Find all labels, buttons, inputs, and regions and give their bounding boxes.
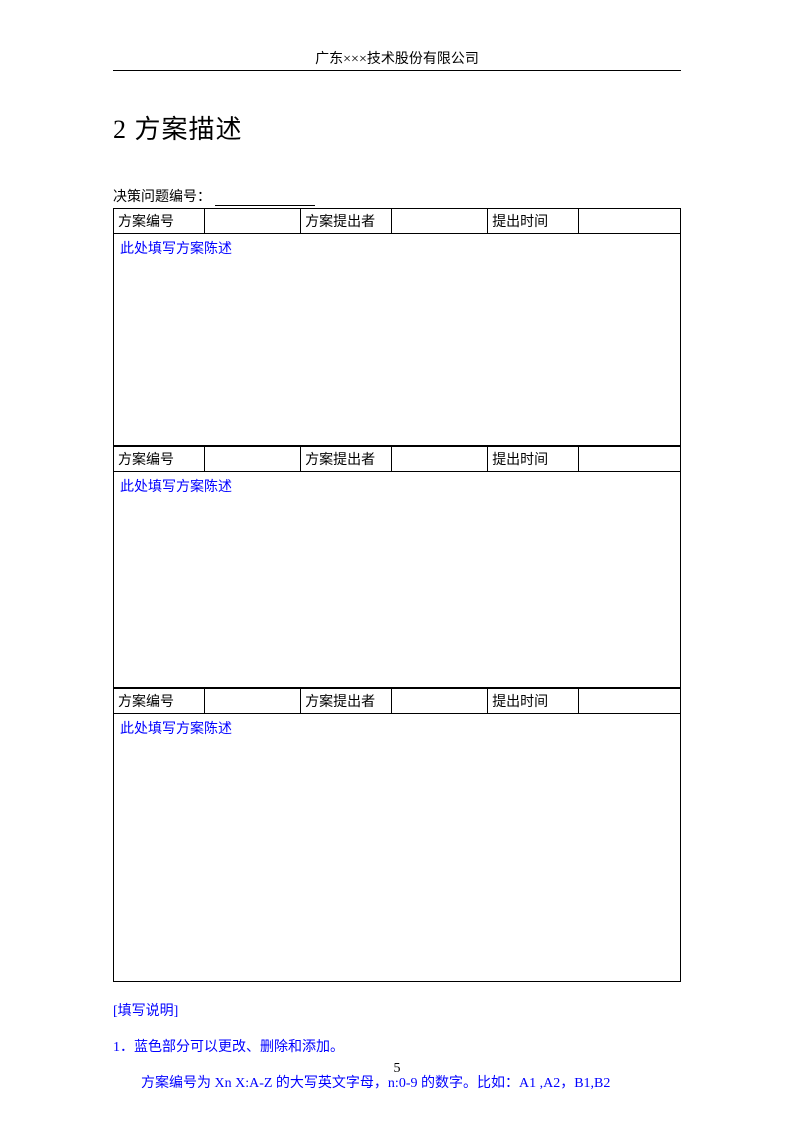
plan-proposer-label: 方案提出者	[301, 689, 392, 714]
plan-number-label: 方案编号	[114, 209, 205, 234]
decision-number-line: 决策问题编号：	[113, 186, 681, 206]
plan-proposer-value[interactable]	[391, 447, 487, 472]
plan-block: 方案编号 方案提出者 提出时间 此处填写方案陈述	[113, 688, 681, 982]
plan-description[interactable]: 此处填写方案陈述	[113, 234, 681, 446]
plan-proposer-value[interactable]	[391, 689, 487, 714]
plan-proposer-value[interactable]	[391, 209, 487, 234]
plan-header-table: 方案编号 方案提出者 提出时间	[113, 446, 681, 472]
plan-time-value[interactable]	[578, 447, 680, 472]
plan-proposer-label: 方案提出者	[301, 447, 392, 472]
plan-header-table: 方案编号 方案提出者 提出时间	[113, 688, 681, 714]
plan-proposer-label: 方案提出者	[301, 209, 392, 234]
decision-label: 决策问题编号：	[113, 190, 211, 205]
plan-number-value[interactable]	[204, 209, 300, 234]
plan-number-label: 方案编号	[114, 447, 205, 472]
plan-block: 方案编号 方案提出者 提出时间 此处填写方案陈述	[113, 208, 681, 446]
plan-description[interactable]: 此处填写方案陈述	[113, 714, 681, 982]
plan-time-label: 提出时间	[488, 447, 579, 472]
plan-block: 方案编号 方案提出者 提出时间 此处填写方案陈述	[113, 446, 681, 688]
notes-line1: 1．蓝色部分可以更改、删除和添加。	[113, 1036, 681, 1056]
notes-section: [填写说明] 1．蓝色部分可以更改、删除和添加。 方案编号为 Xn X:A-Z …	[113, 1000, 681, 1092]
page-title: 2 方案描述	[113, 109, 681, 146]
notes-heading: [填写说明]	[113, 1000, 681, 1020]
page-header: 广东×××技术股份有限公司	[113, 48, 681, 71]
plan-number-label: 方案编号	[114, 689, 205, 714]
plan-header-table: 方案编号 方案提出者 提出时间	[113, 208, 681, 234]
decision-blank[interactable]	[215, 205, 315, 206]
plan-number-value[interactable]	[204, 447, 300, 472]
plan-time-label: 提出时间	[488, 689, 579, 714]
plan-time-value[interactable]	[578, 209, 680, 234]
plan-number-value[interactable]	[204, 689, 300, 714]
plan-description[interactable]: 此处填写方案陈述	[113, 472, 681, 688]
plan-time-label: 提出时间	[488, 209, 579, 234]
company-name: 广东×××技术股份有限公司	[315, 52, 479, 67]
page-number: 5	[0, 1061, 794, 1077]
plan-time-value[interactable]	[578, 689, 680, 714]
